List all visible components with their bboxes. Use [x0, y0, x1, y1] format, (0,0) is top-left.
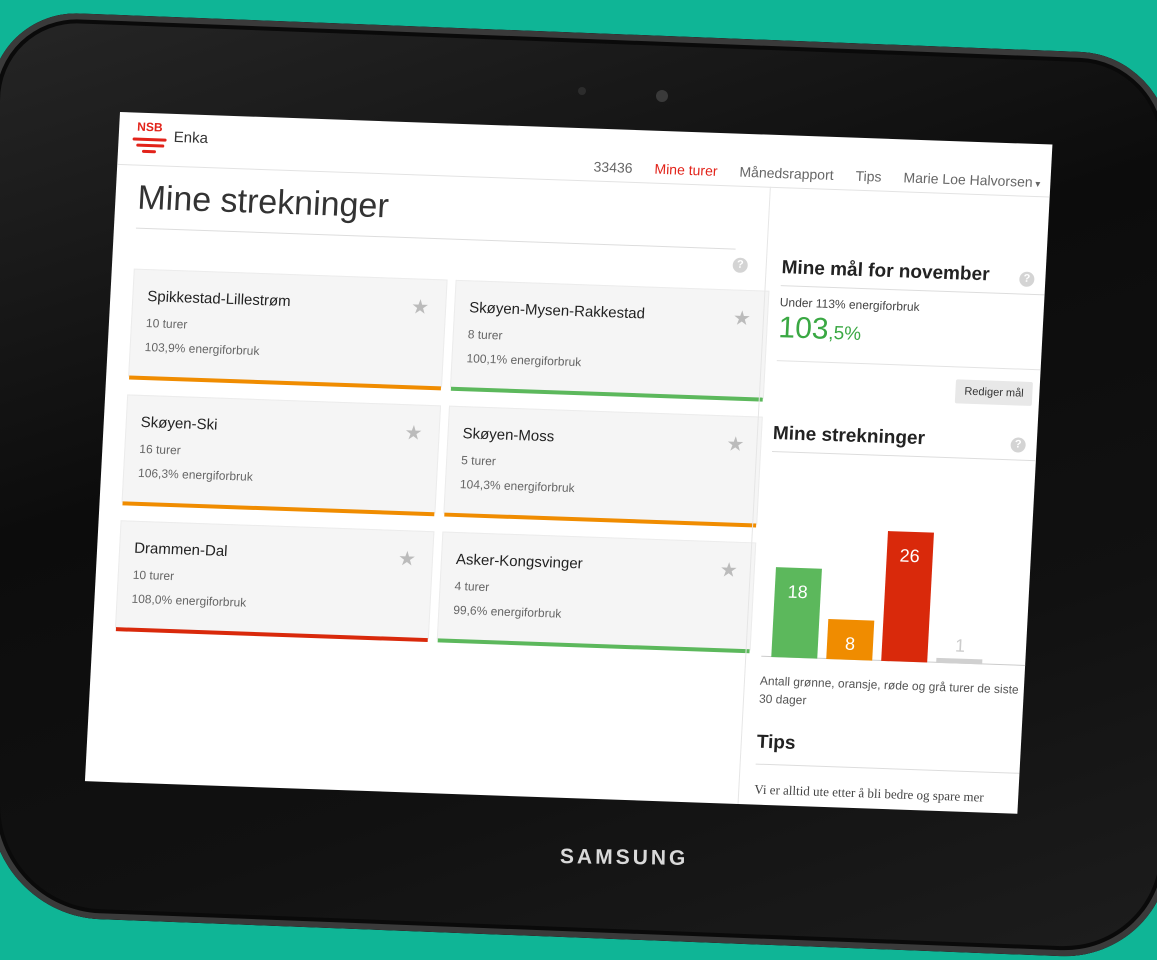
front-camera	[656, 90, 668, 102]
route-trips: 8 turer	[467, 327, 503, 343]
route-energy: 106,3% energiforbruk	[137, 465, 254, 484]
help-icon[interactable]: ?	[1018, 271, 1035, 288]
goal-value: 103,5%	[777, 311, 862, 346]
route-card[interactable]: Skøyen-Moss 5 turer 104,3% energiforbruk…	[443, 405, 763, 528]
star-icon[interactable]: ★	[411, 294, 430, 320]
chart-bar-grå: 1	[936, 635, 983, 665]
tips-heading: Tips	[755, 731, 1023, 774]
route-energy: 108,0% energiforbruk	[131, 591, 247, 610]
nsb-logo[interactable]: NSB	[132, 120, 174, 155]
routes-grid: Spikkestad-Lillestrøm 10 turer 103,9% en…	[114, 268, 770, 654]
status-bar	[437, 638, 750, 654]
route-trips: 4 turer	[454, 578, 490, 595]
routes-chart-heading: Mine strekninger ?	[771, 422, 1039, 462]
route-trips: 5 turer	[460, 453, 497, 469]
tablet-device: SAMSUNG NSB Enka 33436 Mine turer Måneds…	[0, 0, 1157, 960]
edit-goal-button[interactable]: Rediger mål	[954, 379, 1034, 407]
nav-manedsrapport[interactable]: Månedsrapport	[739, 164, 834, 183]
nav-user-number[interactable]: 33436	[593, 159, 633, 176]
chart-bar-røde: 26	[881, 531, 934, 663]
route-trips: 10 turer	[132, 567, 175, 584]
chart-value-label: 26	[899, 545, 921, 567]
route-card[interactable]: Drammen-Dal 10 turer 108,0% energiforbru…	[114, 520, 435, 643]
route-name: Spikkestad-Lillestrøm	[146, 288, 292, 311]
chart-caption: Antall grønne, oransje, røde og grå ture…	[758, 673, 1020, 708]
route-card[interactable]: Skøyen-Mysen-Rakkestad 8 turer 100,1% en…	[449, 279, 770, 402]
tips-text: Vi er alltid ute etter å bli bedre og sp…	[753, 781, 985, 805]
main-content: Mine strekninger ? Spikkestad-Lillestrøm…	[114, 178, 770, 654]
star-icon[interactable]: ★	[404, 420, 423, 446]
route-name: Asker-Kongsvinger	[455, 551, 584, 573]
front-sensor	[578, 87, 586, 95]
chart-value-label: 18	[787, 581, 809, 603]
sidebar: Mine mål for november ? Under 113% energ…	[736, 186, 1051, 814]
route-card[interactable]: Asker-Kongsvinger 4 turer 99,6% energifo…	[436, 531, 757, 654]
star-icon[interactable]: ★	[732, 306, 751, 332]
star-icon[interactable]: ★	[719, 557, 738, 583]
star-icon[interactable]: ★	[397, 546, 416, 572]
status-bar	[450, 386, 763, 402]
device-brand: SAMSUNG	[559, 845, 689, 870]
app-name: Enka	[173, 128, 209, 148]
route-trips: 10 turer	[145, 316, 188, 332]
trip-status-chart: 18 8 26 1	[761, 477, 1035, 666]
route-card[interactable]: Spikkestad-Lillestrøm 10 turer 103,9% en…	[128, 268, 448, 391]
star-icon[interactable]: ★	[726, 431, 745, 457]
chart-value-label: 1	[954, 635, 966, 656]
nav-tips[interactable]: Tips	[855, 168, 882, 185]
app-screen: NSB Enka 33436 Mine turer Månedsrapport …	[84, 112, 1053, 814]
help-icon[interactable]: ?	[732, 257, 749, 273]
route-energy: 99,6% energiforbruk	[452, 602, 562, 621]
main-nav: 33436 Mine turer Månedsrapport Tips Mari…	[593, 159, 1041, 191]
route-trips: 16 turer	[139, 441, 182, 458]
help-icon[interactable]: ?	[1010, 437, 1027, 453]
route-name: Drammen-Dal	[133, 539, 228, 561]
status-bar	[129, 375, 442, 391]
user-menu[interactable]: Marie Loe Halvorsen	[903, 169, 1041, 190]
goal-heading: Mine mål for november ?	[780, 257, 1048, 296]
status-bar	[444, 512, 757, 528]
route-name: Skøyen-Ski	[140, 413, 218, 434]
chart-value-label: 8	[844, 633, 856, 654]
route-energy: 100,1% energiforbruk	[466, 351, 582, 370]
status-bar	[122, 501, 435, 517]
route-name: Skøyen-Moss	[462, 425, 555, 446]
nav-mine-turer[interactable]: Mine turer	[654, 161, 718, 179]
status-bar	[115, 627, 428, 643]
route-energy: 103,9% energiforbruk	[144, 340, 260, 359]
chart-bar-grønne: 18	[771, 567, 822, 659]
route-name: Skøyen-Mysen-Rakkestad	[468, 299, 646, 323]
logo-text: NSB	[136, 119, 163, 135]
chart-bar-oransje: 8	[826, 619, 875, 661]
divider	[776, 360, 1042, 371]
route-card[interactable]: Skøyen-Ski 16 turer 106,3% energiforbruk…	[121, 394, 442, 517]
route-energy: 104,3% energiforbruk	[459, 477, 575, 496]
page-title: Mine strekninger	[135, 178, 739, 250]
